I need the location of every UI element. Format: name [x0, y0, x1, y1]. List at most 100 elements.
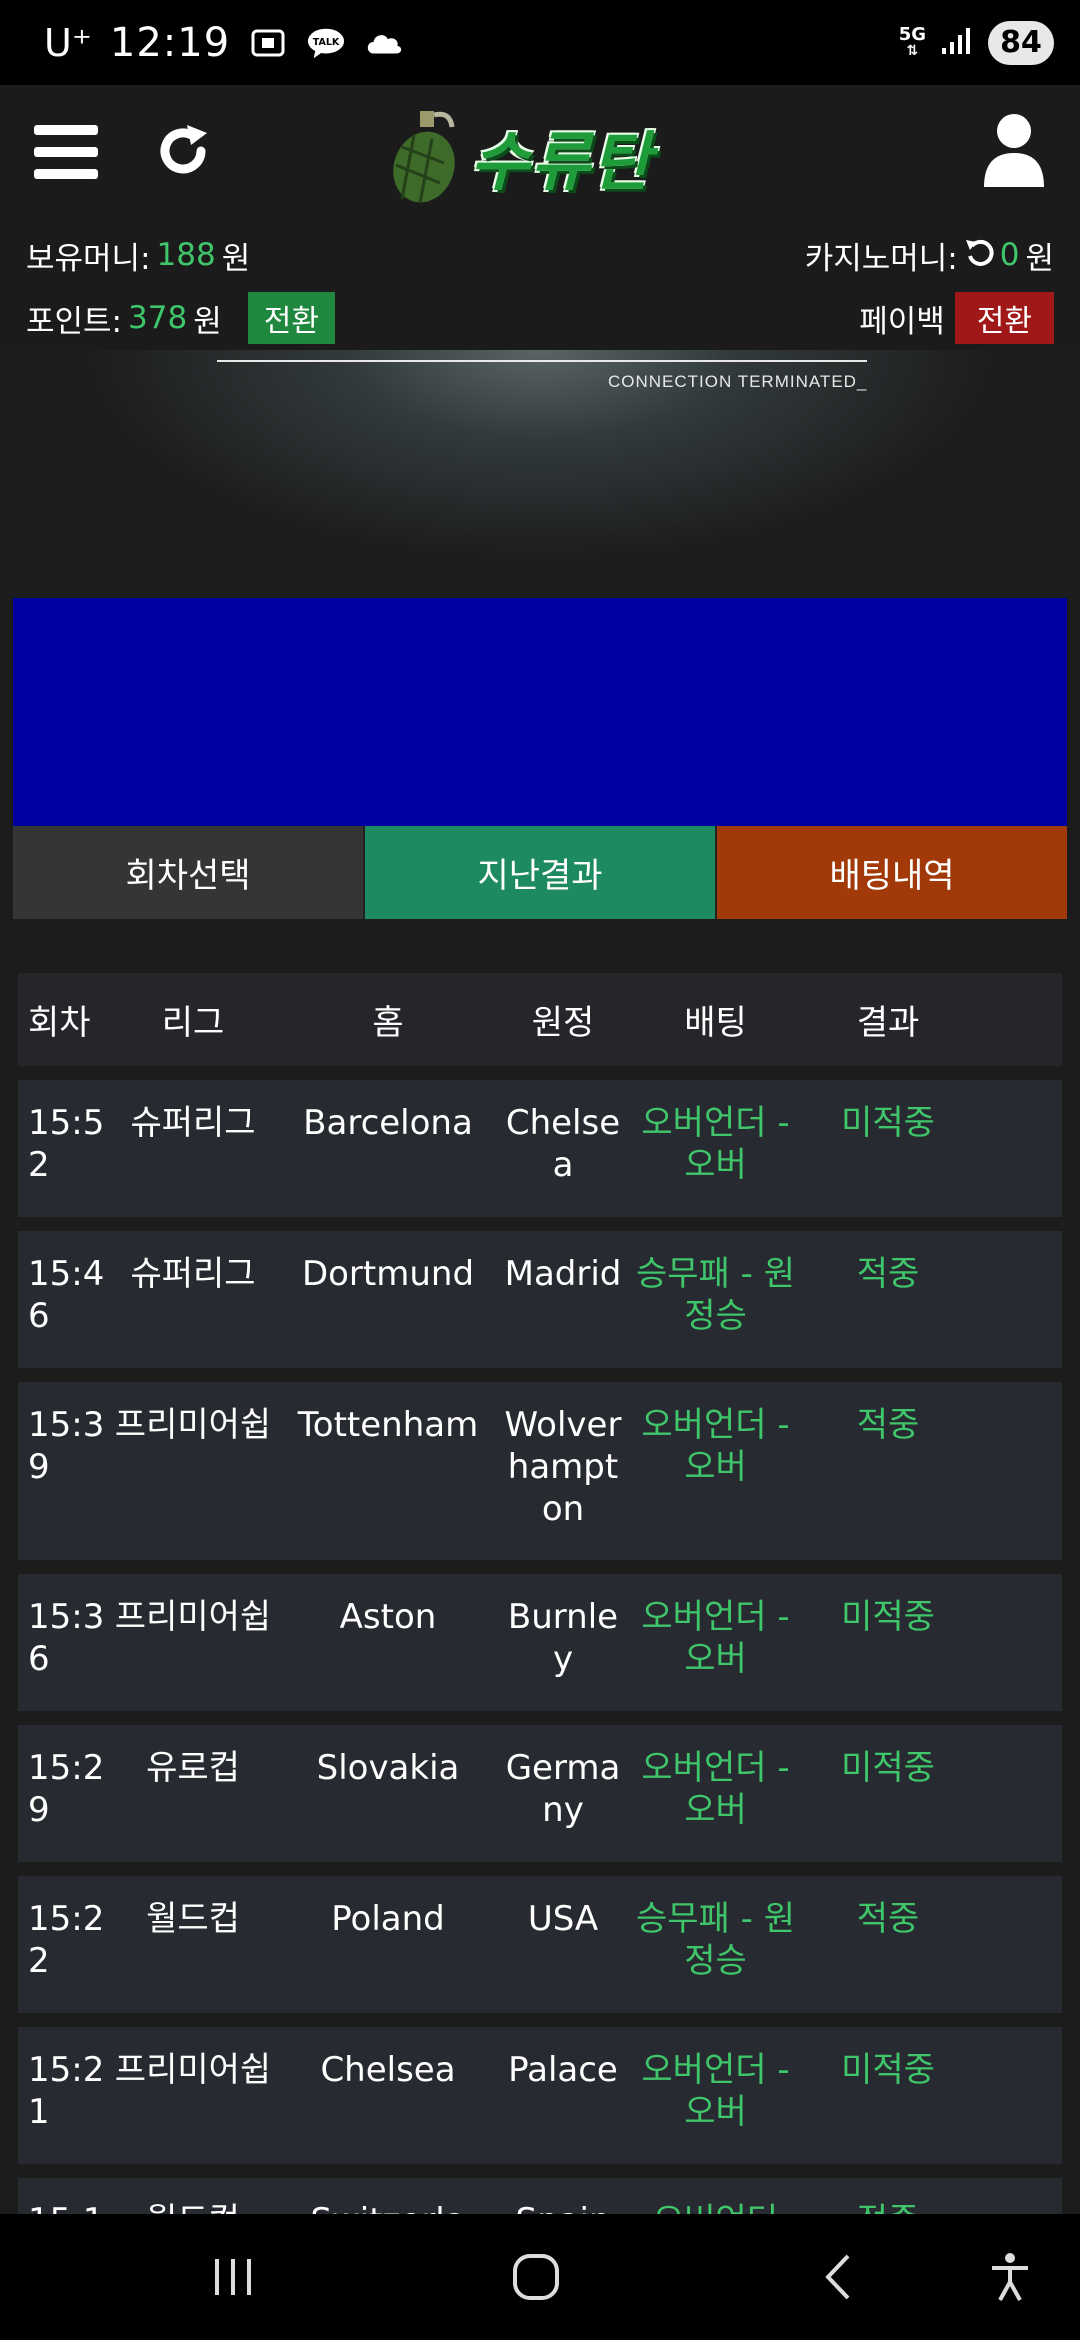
app-logo[interactable]: 수류탄 [380, 107, 700, 207]
row-bet: 오버언더 - 오버 [641, 1597, 790, 1679]
row-round: 15:21 [28, 2050, 105, 2132]
row-bet: 오버언더 - 오버 [641, 1748, 790, 1830]
row-league: 슈퍼리그 [130, 1254, 256, 1294]
clock: 12:19 [109, 19, 231, 66]
row-result: 미적중 [841, 1103, 935, 1143]
row-home: Barcelona [303, 1103, 473, 1143]
casino-refresh-icon[interactable] [964, 236, 994, 274]
row-result: 적중 [856, 1405, 920, 1445]
row-away: Wolverhampton [504, 1405, 622, 1529]
tab-past-results[interactable]: 지난결과 [363, 826, 717, 919]
game-video-area[interactable] [13, 598, 1067, 826]
row-away: Palace [508, 2050, 618, 2090]
row-bet: 승무패 - 원정승 [635, 1899, 795, 1981]
row-league: 프리미어쉽 [114, 1405, 272, 1445]
table-row[interactable]: 15:36 프리미어쉽 Aston Burnley 오버언더 - 오버 미적중 [18, 1574, 1062, 1711]
points-label: 포인트: [26, 303, 123, 340]
money-row: 보유머니: 188 원 카지노머니: 0 원 [0, 230, 1080, 280]
header-league: 리그 [161, 1003, 225, 1043]
table-row[interactable]: 15:46 슈퍼리그 Dortmund Madrid 승무패 - 원정승 적중 [18, 1231, 1062, 1368]
refresh-icon[interactable] [155, 121, 215, 181]
row-bet: 오버언더 - 오버 [641, 1405, 790, 1487]
row-home: Chelsea [320, 2050, 456, 2090]
row-away: Madrid [504, 1254, 622, 1294]
tab-bar: 회차선택 지난결과 배팅내역 [13, 826, 1067, 919]
row-home: Tottenham [297, 1405, 479, 1445]
points-unit: 원 [193, 303, 222, 340]
table-row[interactable]: 15:52 슈퍼리그 Barcelona Chelsea 오버언더 - 오버 미… [18, 1080, 1062, 1217]
screenshot-icon [248, 26, 288, 60]
back-icon[interactable] [808, 2252, 868, 2302]
casino-value: 0 [999, 237, 1020, 273]
grenade-icon [393, 111, 455, 204]
menu-icon[interactable] [34, 125, 98, 179]
row-away: Burnley [507, 1597, 619, 1679]
row-round: 15:39 [28, 1405, 105, 1487]
row-bet: 승무패 - 원정승 [635, 1254, 795, 1336]
network-5g-icon: 5G ⇅ [899, 25, 926, 59]
data-arrows-icon: ⇅ [906, 42, 919, 59]
casino-unit: 원 [1025, 240, 1054, 277]
points-row: 포인트: 378 원 전환 페이백 전환 [0, 292, 1080, 344]
battery-indicator: 84 [988, 20, 1054, 65]
carrier-label: U⁺ [44, 20, 92, 65]
row-result: 미적중 [841, 1597, 935, 1637]
row-home: Poland [331, 1899, 445, 1939]
balance-label: 보유머니: [26, 240, 151, 277]
accessibility-icon[interactable] [980, 2252, 1040, 2302]
home-icon[interactable] [506, 2252, 566, 2302]
row-home: Slovakia [316, 1748, 460, 1788]
results-table: 회차 리그 홈 원정 배팅 결과 15:52 슈퍼리그 Barcelona Ch… [18, 973, 1062, 2315]
payback-info: 페이백 전환 [859, 292, 1054, 344]
table-row[interactable]: 15:22 월드컵 Poland USA 승무패 - 원정승 적중 [18, 1876, 1062, 2013]
row-league: 프리미어쉽 [114, 1597, 272, 1637]
cloud-icon [364, 26, 404, 60]
header-away: 원정 [531, 1003, 595, 1043]
logo-text: 수류탄 [470, 126, 653, 200]
payback-convert-button[interactable]: 전환 [954, 292, 1054, 344]
row-away: Chelsea [505, 1103, 621, 1185]
app-header: 수류탄 보유머니: 188 원 카지노머니: 0 원 포인트: 378 원 전환… [0, 85, 1080, 350]
row-result: 적중 [856, 1254, 920, 1294]
recent-apps-icon[interactable] [203, 2252, 263, 2302]
signal-icon [940, 21, 974, 65]
offline-banner: CONNECTION TERMINATED_ [0, 350, 1080, 600]
table-row[interactable]: 15:39 프리미어쉽 Tottenham Wolverhampton 오버언더… [18, 1382, 1062, 1560]
tab-bet-history[interactable]: 배팅내역 [717, 826, 1067, 919]
balance-value: 188 [156, 237, 216, 273]
user-profile-icon[interactable] [982, 111, 1046, 187]
row-round: 15:29 [28, 1748, 105, 1830]
header-home: 홈 [372, 1003, 404, 1043]
row-league: 유로컵 [146, 1748, 240, 1788]
row-bet: 오버언더 - 오버 [641, 1103, 790, 1185]
row-result: 적중 [856, 1899, 920, 1939]
system-nav-bar [0, 2214, 1080, 2340]
row-league: 프리미어쉽 [114, 2050, 272, 2090]
header-toolbar: 수류탄 [0, 85, 1080, 215]
points-info: 포인트: 378 원 전환 [26, 292, 335, 344]
row-league: 슈퍼리그 [130, 1103, 256, 1143]
banner-divider [217, 360, 867, 362]
points-value: 378 [128, 300, 188, 336]
row-bet: 오버언더 - 오버 [641, 2050, 790, 2132]
table-row[interactable]: 15:29 유로컵 Slovakia Germany 오버언더 - 오버 미적중 [18, 1725, 1062, 1862]
table-header: 회차 리그 홈 원정 배팅 결과 [18, 973, 1062, 1066]
row-round: 15:36 [28, 1597, 105, 1679]
talk-icon: TALK [306, 26, 346, 60]
row-home: Dortmund [301, 1254, 475, 1294]
header-bet: 배팅 [684, 1003, 747, 1043]
casino-info: 카지노머니: 0 원 [805, 233, 1054, 278]
status-left: U⁺ 12:19 TALK [44, 20, 404, 66]
row-league: 월드컵 [146, 1899, 240, 1939]
payback-label: 페이백 [859, 303, 945, 340]
menu-icon-bar [34, 169, 98, 179]
tab-round-select[interactable]: 회차선택 [13, 826, 363, 919]
row-away: Germany [505, 1748, 621, 1830]
status-right: 5G ⇅ 84 [899, 20, 1054, 65]
points-convert-button[interactable]: 전환 [247, 292, 335, 344]
table-row[interactable]: 15:21 프리미어쉽 Chelsea Palace 오버언더 - 오버 미적중 [18, 2027, 1062, 2164]
row-home: Aston [339, 1597, 437, 1637]
row-round: 15:46 [28, 1254, 105, 1336]
balance-unit: 원 [221, 240, 251, 277]
app-screen: U⁺ 12:19 TALK 5G ⇅ 84 수류탄 보유머니: 188 원 카지… [0, 0, 1080, 2340]
